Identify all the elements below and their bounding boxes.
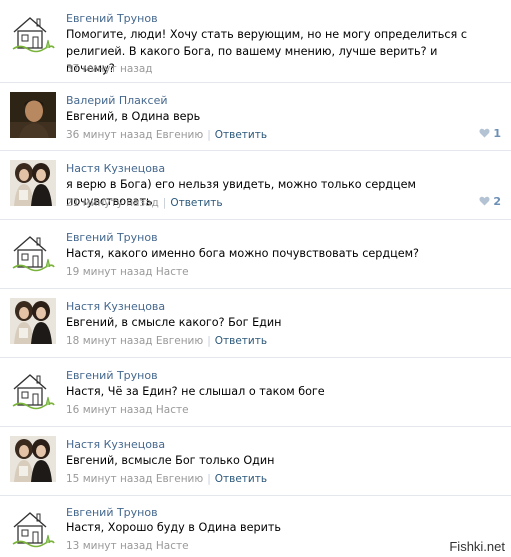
comment-separator xyxy=(0,426,511,427)
comment-separator xyxy=(0,82,511,83)
fishki-watermark: Fishki.net xyxy=(447,539,507,554)
comment-item: Евгений Трунов Настя, Чё за Един? не слы… xyxy=(0,357,511,425)
comment-text: Евгений, в Одина верь xyxy=(66,110,201,123)
comment-meta: 37 минут назад xyxy=(66,63,153,75)
heart-icon xyxy=(479,128,490,138)
comment-separator xyxy=(0,150,511,151)
comment-author[interactable]: Валерий Плаксей xyxy=(66,94,168,107)
house-icon xyxy=(10,10,56,56)
like-count: 1 xyxy=(493,127,501,140)
comment-item: Евгений Трунов Помогите, люди! Хочу стат… xyxy=(0,0,511,80)
comment-text: Евгений, в смысле какого? Бог Един xyxy=(66,316,282,329)
two-girls-photo xyxy=(10,298,56,344)
comment-time[interactable]: 37 минут назад xyxy=(66,63,153,75)
like-button[interactable]: 1 xyxy=(479,127,501,140)
man-photo xyxy=(10,92,56,138)
comment-separator xyxy=(0,495,511,496)
comment-meta: 13 минут назад Насте xyxy=(66,540,189,552)
comment-time[interactable]: 36 минут назад Евгению xyxy=(66,129,203,141)
comment-time[interactable]: 16 минут назад Насте xyxy=(66,404,189,416)
comment-meta: 16 минут назад Насте xyxy=(66,404,189,416)
reply-button[interactable]: Ответить xyxy=(215,473,267,485)
comment-meta: 36 минут назад Евгению | Ответить xyxy=(66,129,267,141)
comment-time[interactable]: 13 минут назад Насте xyxy=(66,540,189,552)
comment-meta: 21 минуту назад | Ответить xyxy=(66,197,223,209)
avatar[interactable] xyxy=(10,92,56,138)
heart-icon xyxy=(479,196,490,206)
reply-button[interactable]: Ответить xyxy=(215,129,267,141)
comment-author[interactable]: Евгений Трунов xyxy=(66,506,158,519)
avatar[interactable] xyxy=(10,160,56,206)
comment-meta: 15 минут назад Евгению | Ответить xyxy=(66,473,267,485)
reply-button[interactable]: Ответить xyxy=(215,335,267,347)
avatar[interactable] xyxy=(10,436,56,482)
avatar[interactable] xyxy=(10,505,56,551)
comment-author[interactable]: Евгений Трунов xyxy=(66,12,158,25)
comment-item: Евгений Трунов Настя, какого именно бога… xyxy=(0,219,511,287)
avatar[interactable] xyxy=(10,367,56,413)
meta-divider: | xyxy=(207,335,211,347)
house-icon xyxy=(10,505,56,551)
like-button[interactable]: 2 xyxy=(479,195,501,208)
meta-divider: | xyxy=(207,129,211,141)
comment-time[interactable]: 18 минут назад Евгению xyxy=(66,335,203,347)
comment-time[interactable]: 21 минуту назад xyxy=(66,197,159,209)
comment-item: Валерий Плаксей Евгений, в Одина верь 36… xyxy=(0,82,511,149)
comment-meta: 19 минут назад Насте xyxy=(66,266,189,278)
comment-separator xyxy=(0,219,511,220)
reply-button[interactable]: Ответить xyxy=(170,197,222,209)
meta-divider: | xyxy=(162,197,167,209)
comment-text: Евгений, всмысле Бог только Один xyxy=(66,454,275,467)
comment-item: Евгений Трунов Настя, Хорошо буду в Один… xyxy=(0,495,511,557)
comment-item: Настя Кузнецова я верю в Бога) его нельз… xyxy=(0,150,511,218)
comment-meta: 18 минут назад Евгению | Ответить xyxy=(66,335,267,347)
comment-text: Настя, Чё за Един? не слышал о таком бог… xyxy=(66,385,325,398)
comment-time[interactable]: 15 минут назад Евгению xyxy=(66,473,203,485)
avatar[interactable] xyxy=(10,298,56,344)
comment-item: Настя Кузнецова Евгений, всмысле Бог тол… xyxy=(0,426,511,494)
avatar[interactable] xyxy=(10,10,56,56)
two-girls-photo xyxy=(10,160,56,206)
comment-author[interactable]: Евгений Трунов xyxy=(66,231,158,244)
comment-separator xyxy=(0,288,511,289)
two-girls-photo xyxy=(10,436,56,482)
avatar[interactable] xyxy=(10,229,56,275)
comment-author[interactable]: Настя Кузнецова xyxy=(66,162,165,175)
comment-item: Настя Кузнецова Евгений, в смысле какого… xyxy=(0,288,511,356)
house-icon xyxy=(10,367,56,413)
comment-author[interactable]: Евгений Трунов xyxy=(66,369,158,382)
like-count: 2 xyxy=(493,195,501,208)
comment-time[interactable]: 19 минут назад Насте xyxy=(66,266,189,278)
comment-separator xyxy=(0,357,511,358)
comment-text: Настя, какого именно бога можно почувств… xyxy=(66,247,419,260)
comment-text: Настя, Хорошо буду в Одина верить xyxy=(66,521,281,534)
comment-author[interactable]: Настя Кузнецова xyxy=(66,438,165,451)
comment-author[interactable]: Настя Кузнецова xyxy=(66,300,165,313)
meta-divider: | xyxy=(207,473,211,485)
house-icon xyxy=(10,229,56,275)
